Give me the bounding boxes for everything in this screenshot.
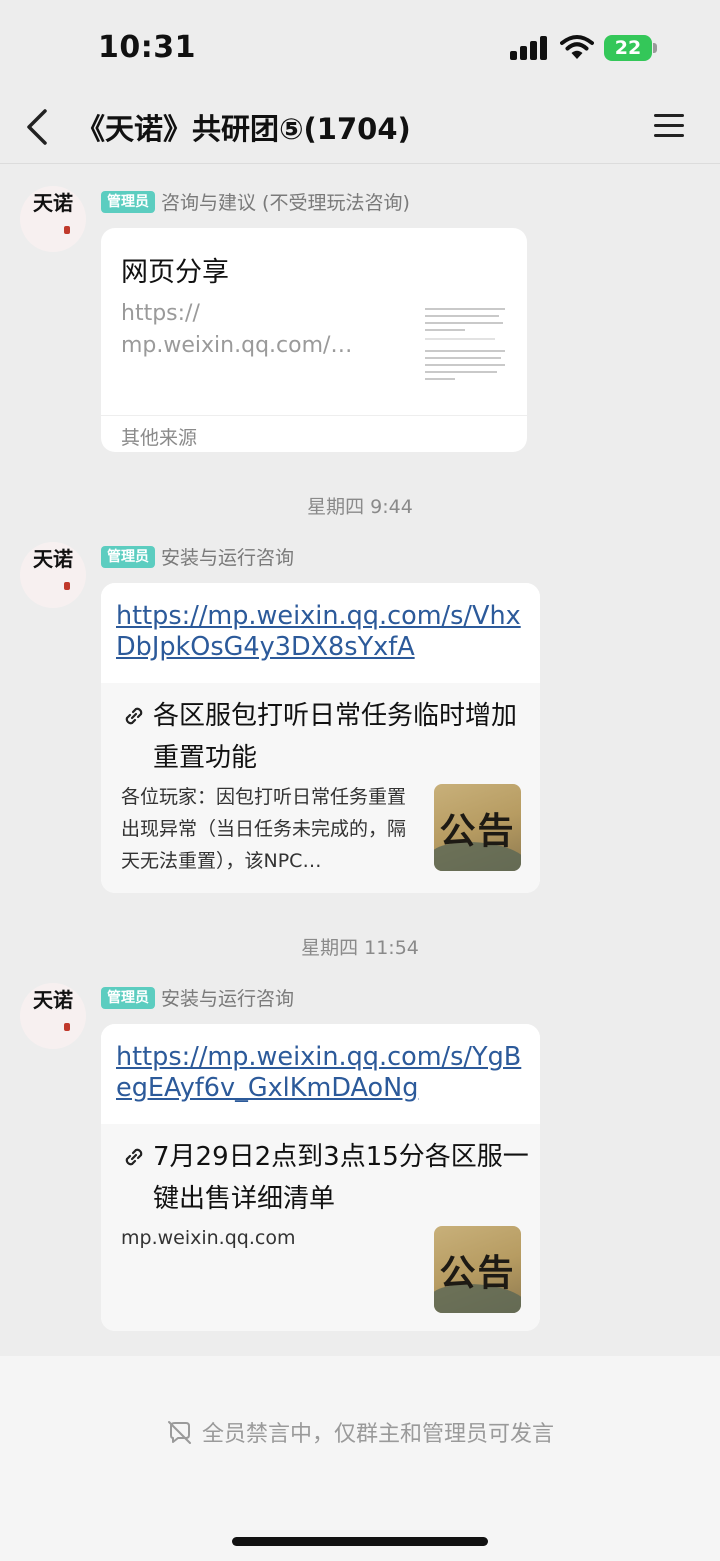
sender-name: 安装与运行咨询 — [161, 988, 295, 1010]
link-icon — [125, 1148, 143, 1166]
timestamp: 星期四 9:44 — [307, 496, 413, 518]
footer-bar: 全员禁言中，仅群主和管理员可发言 — [0, 1356, 720, 1561]
link-url[interactable]: https://mp.weixin.qq.com/s/YgBegEAyf6v_G… — [116, 1042, 526, 1104]
preview-domain: mp.weixin.qq.com — [121, 1227, 296, 1249]
share-divider — [101, 415, 527, 416]
thumbnail-text: 公告 — [439, 810, 516, 852]
status-bar: 10:31 22 — [0, 0, 720, 96]
link-url-area: https://mp.weixin.qq.com/s/VhxDbJpkOsG4y… — [101, 583, 540, 683]
mute-icon — [167, 1421, 191, 1444]
link-url-area: https://mp.weixin.qq.com/s/YgBegEAyf6v_G… — [101, 1024, 540, 1124]
avatar-logo: 天诺 — [33, 988, 73, 1012]
avatar[interactable]: 天诺 — [20, 983, 86, 1049]
sender-row: 管理员 安装与运行咨询 — [101, 984, 294, 1012]
avatar-seal — [64, 582, 70, 590]
home-indicator[interactable] — [232, 1537, 488, 1546]
thumbnail-text: 公告 — [439, 1252, 516, 1294]
wifi-icon — [560, 35, 594, 59]
mute-text: 全员禁言中，仅群主和管理员可发言 — [201, 1422, 554, 1447]
notice-thumbnail: 公告 — [434, 1226, 521, 1313]
share-source: 其他来源 — [121, 427, 198, 449]
menu-button[interactable] — [652, 112, 686, 140]
mute-notice: 全员禁言中，仅群主和管理员可发言 — [0, 1416, 720, 1448]
nav-bar: 《天诺》共研团⑤(1704) — [0, 96, 720, 164]
link-url[interactable]: https://mp.weixin.qq.com/s/VhxDbJpkOsG4y… — [116, 601, 526, 663]
cellular-signal-icon — [510, 36, 550, 60]
sender-row: 管理员 咨询与建议 (不受理玩法咨询) — [101, 188, 410, 216]
avatar[interactable]: 天诺 — [20, 186, 86, 252]
admin-badge: 管理员 — [101, 986, 155, 1009]
avatar-logo: 天诺 — [33, 547, 73, 571]
sender-row: 管理员 安装与运行咨询 — [101, 543, 294, 571]
notice-thumbnail: 公告 — [434, 784, 521, 871]
battery-icon: 22 — [604, 35, 652, 61]
web-share-card[interactable]: 网页分享 https://mp.weixin.qq.com/… 其他来源 — [101, 228, 527, 452]
link-card[interactable]: https://mp.weixin.qq.com/s/VhxDbJpkOsG4y… — [101, 583, 540, 893]
avatar-logo: 天诺 — [33, 191, 73, 215]
avatar[interactable]: 天诺 — [20, 542, 86, 608]
back-button[interactable] — [18, 104, 58, 150]
admin-badge: 管理员 — [101, 545, 155, 568]
timestamp: 星期四 11:54 — [301, 937, 419, 959]
avatar-seal — [64, 226, 70, 234]
sender-name: 安装与运行咨询 — [161, 547, 295, 569]
share-thumbnail — [421, 306, 509, 384]
share-title: 网页分享 — [121, 257, 229, 288]
preview-title: 各区服包打听日常任务临时增加重置功能 — [153, 701, 518, 773]
admin-badge: 管理员 — [101, 190, 155, 213]
preview-description: 各位玩家：因包打听日常任务重置出现异常（当日任务未完成的，隔天无法重置），该NP… — [121, 786, 407, 872]
link-preview[interactable]: 各区服包打听日常任务临时增加重置功能 各位玩家：因包打听日常任务重置出现异常（当… — [101, 683, 540, 893]
chat-title: 《天诺》共研团⑤(1704) — [76, 112, 411, 146]
link-icon — [125, 707, 143, 725]
sender-name: 咨询与建议 (不受理玩法咨询) — [161, 192, 410, 214]
avatar-seal — [64, 1023, 70, 1031]
link-preview[interactable]: 7月29日2点到3点15分各区服一键出售详细清单 mp.weixin.qq.co… — [101, 1124, 540, 1331]
preview-title: 7月29日2点到3点15分各区服一键出售详细清单 — [153, 1142, 529, 1214]
share-url: https://mp.weixin.qq.com/… — [121, 301, 353, 358]
battery-tip — [653, 43, 657, 53]
link-card[interactable]: https://mp.weixin.qq.com/s/YgBegEAyf6v_G… — [101, 1024, 540, 1331]
status-time: 10:31 — [98, 30, 196, 65]
